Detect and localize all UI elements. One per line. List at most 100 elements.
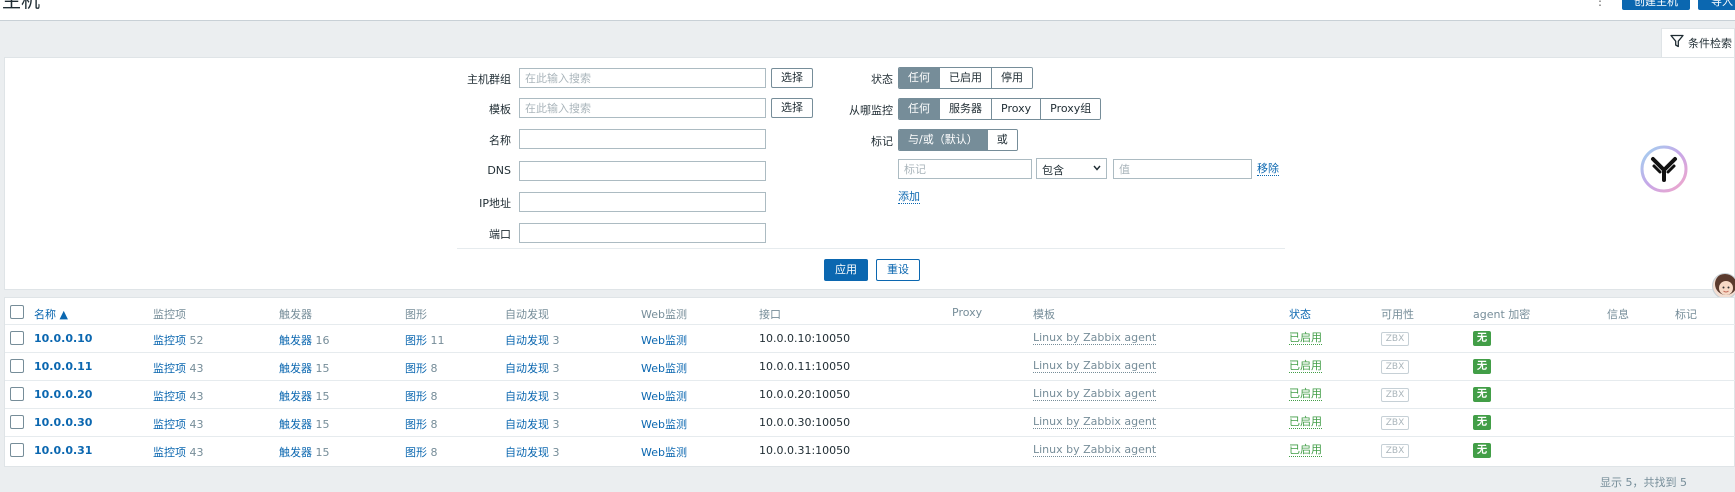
web-link[interactable]: Web监测 — [641, 332, 687, 348]
discovery-link[interactable]: 自动发现 3 — [505, 444, 560, 460]
name-input[interactable] — [519, 129, 766, 149]
monitored-by-option-server[interactable]: 服务器 — [939, 99, 991, 119]
row-checkbox[interactable] — [10, 331, 24, 345]
host-groups-label: 主机群组 — [467, 73, 511, 86]
row-checkbox[interactable] — [10, 443, 24, 457]
tag-name-input[interactable] — [898, 159, 1032, 179]
host-name-link[interactable]: 10.0.0.10 — [34, 332, 92, 345]
status-toggle[interactable]: 已启用 — [1289, 444, 1322, 457]
add-tag-link[interactable]: 添加 — [898, 190, 920, 204]
host-name-link[interactable]: 10.0.0.30 — [34, 416, 92, 429]
import-button[interactable]: 导入 — [1698, 0, 1735, 10]
items-link[interactable]: 监控项 43 — [153, 388, 204, 404]
availability-zbx-badge: ZBX — [1381, 332, 1409, 346]
table-row: 10.0.0.31 监控项 43 触发器 15 图形 8 自动发现 3 Web监… — [5, 436, 1735, 464]
web-link[interactable]: Web监测 — [641, 388, 687, 404]
interface-value: 10.0.0.31:10050 — [759, 444, 851, 457]
host-name-link[interactable]: 10.0.0.11 — [34, 360, 92, 373]
row-checkbox[interactable] — [10, 415, 24, 429]
items-link[interactable]: 监控项 43 — [153, 360, 204, 376]
column-header-items: 监控项 — [153, 308, 186, 321]
port-label: 端口 — [489, 228, 511, 241]
host-groups-input[interactable] — [519, 68, 766, 88]
table-footer-count: 显示 5，共找到 5 — [1600, 476, 1687, 489]
monitored-by-option-proxy[interactable]: Proxy — [991, 99, 1041, 119]
graphs-link[interactable]: 图形 8 — [405, 388, 438, 404]
dns-input[interactable] — [519, 161, 766, 181]
graphs-link[interactable]: 图形 8 — [405, 416, 438, 432]
status-option-disabled[interactable]: 停用 — [991, 68, 1032, 88]
ip-input[interactable] — [519, 192, 766, 212]
discovery-link[interactable]: 自动发现 3 — [505, 416, 560, 432]
triggers-link[interactable]: 触发器 16 — [279, 332, 330, 348]
encryption-none-badge: 无 — [1473, 415, 1491, 430]
items-link[interactable]: 监控项 43 — [153, 444, 204, 460]
template-link[interactable]: Linux by Zabbix agent — [1033, 416, 1157, 429]
dns-label: DNS — [487, 164, 511, 177]
port-input[interactable] — [519, 223, 766, 243]
filter-tab[interactable]: 条件检索 — [1661, 28, 1735, 58]
templates-label: 模板 — [489, 103, 511, 116]
column-header-status[interactable]: 状态 — [1289, 306, 1311, 322]
triggers-link[interactable]: 触发器 15 — [279, 388, 330, 404]
discovery-link[interactable]: 自动发现 3 — [505, 332, 560, 348]
triggers-link[interactable]: 触发器 15 — [279, 444, 330, 460]
template-link[interactable]: Linux by Zabbix agent — [1033, 332, 1157, 345]
interface-value: 10.0.0.11:10050 — [759, 360, 851, 373]
monitored-by-option-any[interactable]: 任何 — [899, 99, 939, 119]
status-option-any[interactable]: 任何 — [899, 68, 939, 88]
items-link[interactable]: 监控项 43 — [153, 416, 204, 432]
assistant-avatar-icon[interactable] — [1712, 273, 1735, 299]
items-link[interactable]: 监控项 52 — [153, 332, 204, 348]
remove-tag-link[interactable]: 移除 — [1257, 162, 1279, 176]
filter-funnel-icon — [1670, 34, 1684, 48]
zabbix-logo-icon[interactable] — [1640, 145, 1688, 193]
status-toggle[interactable]: 已启用 — [1289, 332, 1322, 345]
page-header — [0, 0, 1735, 20]
template-link[interactable]: Linux by Zabbix agent — [1033, 444, 1157, 457]
row-checkbox[interactable] — [10, 359, 24, 373]
create-host-button[interactable]: 创建主机 — [1622, 0, 1690, 10]
status-toggle[interactable]: 已启用 — [1289, 416, 1322, 429]
reset-button[interactable]: 重设 — [876, 259, 920, 281]
interface-value: 10.0.0.20:10050 — [759, 388, 851, 401]
header-divider — [0, 20, 1735, 21]
filter-divider — [457, 248, 1285, 249]
triggers-link[interactable]: 触发器 15 — [279, 416, 330, 432]
ip-label: IP地址 — [479, 197, 511, 210]
graphs-link[interactable]: 图形 8 — [405, 360, 438, 376]
apply-button[interactable]: 应用 — [824, 259, 868, 281]
host-name-link[interactable]: 10.0.0.20 — [34, 388, 92, 401]
tag-operator-select[interactable]: 包含 — [1036, 158, 1107, 179]
discovery-link[interactable]: 自动发现 3 — [505, 388, 560, 404]
column-header-encryption: agent 加密 — [1473, 308, 1531, 321]
tag-value-input[interactable] — [1113, 159, 1252, 179]
graphs-link[interactable]: 图形 11 — [405, 332, 445, 348]
hosts-table: 名称 ▲ 监控项 触发器 图形 自动发现 Web监测 接口 Proxy 模板 状… — [4, 297, 1735, 467]
templates-input[interactable] — [519, 98, 766, 118]
status-toggle[interactable]: 已启用 — [1289, 360, 1322, 373]
discovery-link[interactable]: 自动发现 3 — [505, 360, 560, 376]
status-toggle[interactable]: 已启用 — [1289, 388, 1322, 401]
availability-zbx-badge: ZBX — [1381, 388, 1409, 402]
template-link[interactable]: Linux by Zabbix agent — [1033, 360, 1157, 373]
status-option-enabled[interactable]: 已启用 — [939, 68, 991, 88]
web-link[interactable]: Web监测 — [641, 360, 687, 376]
row-checkbox[interactable] — [10, 387, 24, 401]
column-header-name[interactable]: 名称 ▲ — [34, 306, 68, 322]
triggers-link[interactable]: 触发器 15 — [279, 360, 330, 376]
graphs-link[interactable]: 图形 8 — [405, 444, 438, 460]
column-header-interface: 接口 — [759, 308, 781, 321]
filter-tab-label: 条件检索 — [1688, 37, 1732, 50]
tags-mode-or[interactable]: 或 — [986, 130, 1017, 150]
select-all-checkbox[interactable] — [10, 305, 24, 319]
tags-mode-and-or[interactable]: 与/或（默认） — [899, 130, 987, 150]
web-link[interactable]: Web监测 — [641, 416, 687, 432]
monitored-by-option-proxy-group[interactable]: Proxy组 — [1040, 99, 1101, 119]
template-link[interactable]: Linux by Zabbix agent — [1033, 388, 1157, 401]
kebab-menu-icon[interactable]: ⋮ — [1594, 0, 1606, 8]
web-link[interactable]: Web监测 — [641, 444, 687, 460]
host-name-link[interactable]: 10.0.0.31 — [34, 444, 92, 457]
column-header-triggers: 触发器 — [279, 308, 312, 321]
status-segmented-control: 任何 已启用 停用 — [898, 67, 1033, 89]
